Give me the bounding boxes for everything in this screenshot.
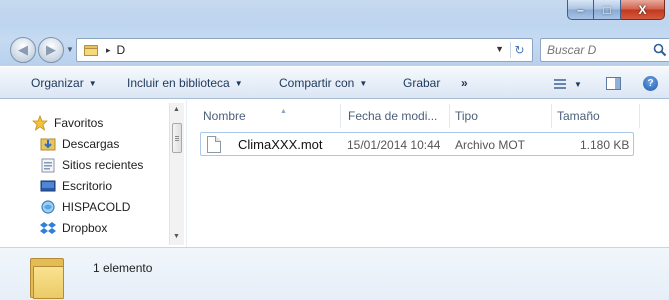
blank-area [232, 184, 362, 206]
refresh-icon: ↻ [514, 43, 525, 57]
nav-item-recent-places[interactable]: Sitios recientes [40, 155, 143, 175]
chevron-down-icon: ▼ [88, 79, 97, 88]
maximize-icon: □ [603, 2, 611, 17]
column-divider[interactable] [639, 104, 640, 128]
nav-item-label: Favoritos [54, 116, 104, 130]
file-icon [207, 136, 221, 153]
breadcrumb-d[interactable]: D [117, 43, 126, 57]
column-header-type[interactable]: Tipo [455, 109, 478, 123]
nav-item-label: Descargas [62, 137, 120, 151]
organize-menu[interactable]: Organizar ▼ [31, 76, 97, 90]
nav-item-downloads[interactable]: Descargas [40, 134, 119, 154]
close-icon: X [638, 2, 647, 17]
nav-item-hispacold[interactable]: HISPACOLD [40, 197, 130, 217]
network-folder-icon [41, 200, 55, 214]
organize-label: Organizar [31, 76, 84, 90]
preview-pane-button[interactable] [606, 77, 621, 90]
nav-item-label: Dropbox [62, 221, 108, 235]
chevron-down-icon: ▼ [574, 79, 582, 89]
include-in-library-menu[interactable]: Incluir en biblioteca ▼ [127, 76, 243, 90]
nav-item-desktop[interactable]: Escritorio [40, 176, 112, 196]
column-divider[interactable] [449, 104, 450, 128]
column-header-date[interactable]: Fecha de modi... [348, 109, 437, 123]
search-icon[interactable] [653, 43, 667, 57]
scroll-down-icon[interactable]: ▼ [173, 233, 180, 240]
chevron-down-icon: ▼ [359, 79, 368, 88]
share-with-menu[interactable]: Compartir con ▼ [279, 76, 367, 90]
star-icon [32, 115, 48, 131]
arrow-right-icon: ▶ [46, 42, 56, 57]
file-name: ClimaXXX.mot [238, 137, 323, 152]
column-label: Nombre [203, 109, 246, 123]
nav-item-label: Sitios recientes [62, 158, 144, 172]
preview-pane-icon [615, 78, 620, 89]
forward-button[interactable]: ▶ [38, 37, 64, 63]
close-button[interactable]: X [621, 0, 665, 20]
burn-button[interactable]: Grabar [403, 76, 440, 90]
command-bar: Organizar ▼ Incluir en biblioteca ▼ Compar… [0, 66, 669, 99]
change-view-button[interactable]: ▼ [554, 77, 584, 91]
details-pane: 1 elemento [0, 247, 669, 300]
file-type: Archivo MOT [455, 138, 526, 152]
column-header-name[interactable]: Nombre ▲ [203, 108, 287, 123]
recent-pages-dropdown[interactable]: ▼ [66, 45, 74, 54]
nav-item-dropbox[interactable]: Dropbox [40, 218, 107, 238]
file-list: Nombre ▲ Fecha de modi... Tipo Tamaño Cl… [186, 100, 669, 247]
back-button[interactable]: ◀ [10, 37, 36, 63]
address-history-dropdown[interactable]: ▼ [495, 44, 504, 54]
chevron-down-icon: ▼ [234, 79, 243, 88]
nav-item-favorites[interactable]: Favoritos [32, 113, 103, 133]
desktop-icon [40, 180, 56, 192]
window-controls: – □ X [567, 0, 665, 22]
column-divider[interactable] [551, 104, 552, 128]
minimize-button[interactable]: – [567, 0, 594, 20]
sort-ascending-icon: ▲ [280, 108, 287, 115]
share-label: Compartir con [279, 76, 355, 90]
recent-places-icon [41, 158, 55, 173]
library-label: Incluir en biblioteca [127, 76, 230, 90]
arrow-left-icon: ◀ [18, 42, 28, 57]
breadcrumb-separator[interactable]: ▸ [106, 45, 111, 56]
search-input[interactable] [547, 43, 647, 57]
minimize-icon: – [577, 2, 584, 17]
nav-item-label: Escritorio [62, 179, 113, 193]
refresh-button[interactable]: ↻ [510, 42, 528, 58]
address-bar[interactable]: ▸ D ▼ ↻ [76, 38, 533, 62]
column-header-size[interactable]: Tamaño [557, 109, 600, 123]
view-list-icon [554, 78, 566, 90]
table-row[interactable]: ClimaXXX.mot 15/01/2014 10:44 Archivo MO… [200, 132, 634, 156]
folder-icon [30, 258, 64, 300]
downloads-icon [40, 138, 56, 151]
column-divider[interactable] [340, 104, 341, 128]
file-date: 15/01/2014 10:44 [347, 138, 441, 152]
folder-icon [84, 44, 98, 56]
more-commands-button[interactable]: » [461, 76, 468, 90]
nav-item-label: HISPACOLD [62, 200, 131, 214]
window-frame: – □ X ◀ ▶ ▼ ▸ D ▼ ↻ [0, 0, 669, 66]
navigation-scrollbar[interactable]: ▲ ▼ [169, 103, 184, 245]
maximize-button[interactable]: □ [594, 0, 621, 20]
search-box[interactable] [540, 38, 669, 62]
item-count: 1 elemento [93, 261, 153, 275]
dropbox-icon [40, 222, 56, 234]
scroll-up-icon[interactable]: ▲ [173, 106, 180, 113]
scrollbar-thumb[interactable] [172, 123, 182, 153]
navigation-pane: Favoritos Descargas Sitios recientes Esc… [0, 100, 186, 247]
file-size: 1.180 KB [580, 138, 630, 152]
help-button[interactable]: ? [643, 76, 658, 91]
